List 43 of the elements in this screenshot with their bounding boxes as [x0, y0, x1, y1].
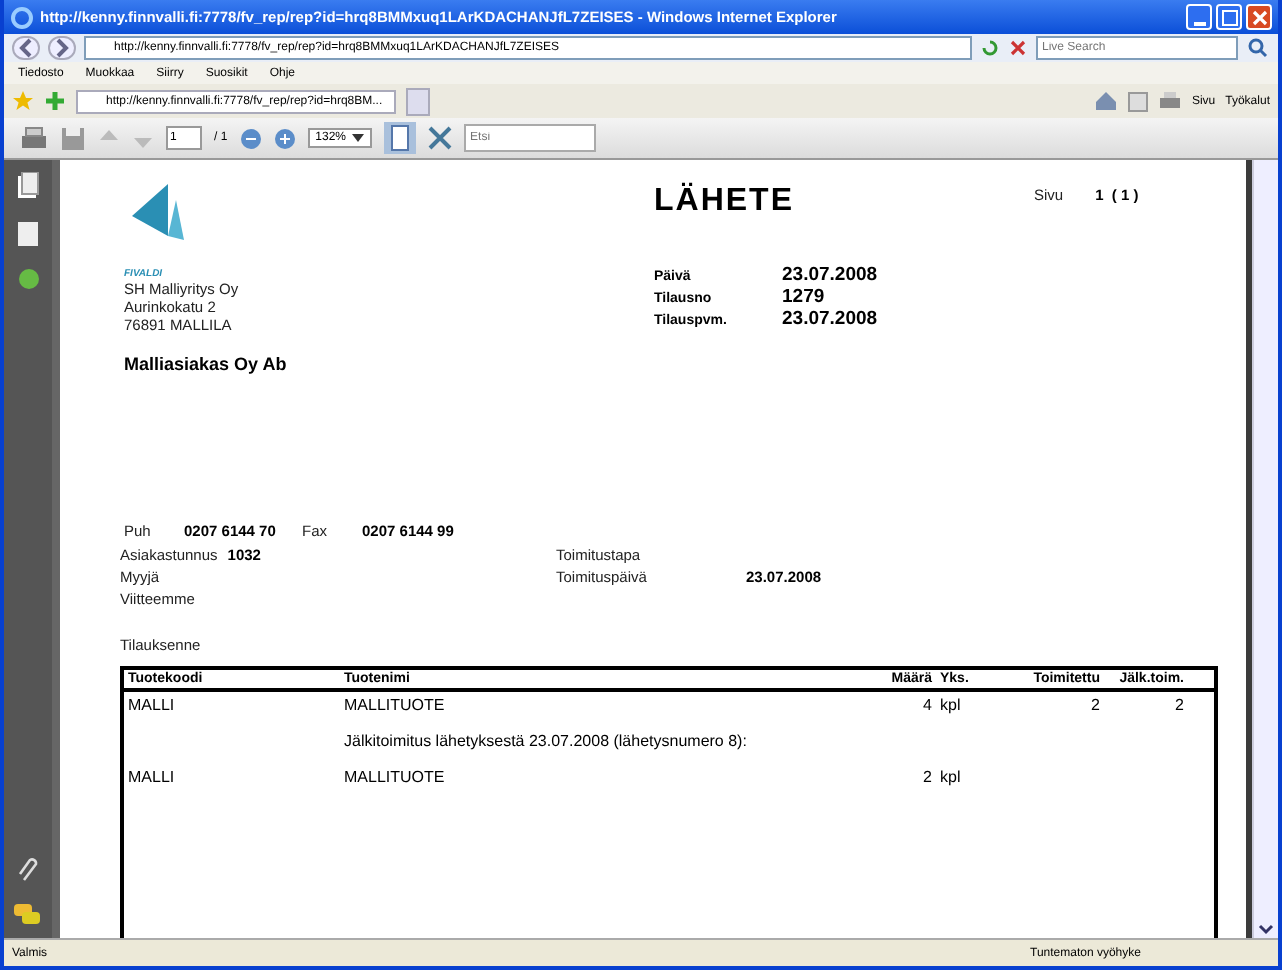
add-favorite-icon[interactable]: [44, 90, 66, 112]
table-cell-text: MALLITUOTE: [344, 768, 447, 786]
table-cell-text: 2: [1173, 696, 1184, 714]
paperclip-icon[interactable]: [16, 856, 40, 884]
field-value: 1279: [782, 286, 827, 308]
close-icon[interactable]: [1251, 9, 1267, 25]
customer-name: Malliasiakas Oy Ab: [124, 354, 289, 374]
close-button[interactable]: [1246, 4, 1272, 30]
stop-icon[interactable]: [1008, 38, 1028, 58]
home-icon[interactable]: [1093, 90, 1118, 112]
table-cell-text: MALLITUOTE: [344, 696, 447, 714]
table-cell-text: 2: [1089, 696, 1100, 714]
field-value: 23.07.2008: [782, 264, 880, 286]
minimize-button[interactable]: [1186, 4, 1212, 30]
back-button[interactable]: [12, 36, 40, 60]
table-note: Jälkitoimitus lähetyksestä 23.07.2008 (lähetysnumero 8):: [344, 732, 747, 750]
table-cell-text: MALLI: [128, 696, 177, 714]
table-cell-text: kpl: [940, 768, 963, 786]
scroll-down-icon[interactable]: [1256, 922, 1276, 938]
table-cell-text: 4: [921, 696, 934, 714]
scrollbar[interactable]: [1252, 160, 1278, 938]
fit-page-icon[interactable]: [384, 122, 417, 154]
comments-icon[interactable]: [14, 904, 42, 926]
browser-logo-icon: [10, 5, 34, 29]
forward-button[interactable]: [48, 36, 76, 60]
feed-icon[interactable]: [1127, 91, 1148, 111]
table-cell-text: MALLI: [128, 768, 177, 786]
printer-icon[interactable]: [1157, 90, 1182, 112]
pages-icon[interactable]: [16, 172, 40, 200]
zoom-out-icon[interactable]: [239, 127, 262, 149]
caret-icon[interactable]: [352, 132, 365, 144]
table-cell-text: 2: [921, 768, 934, 786]
refresh-icon[interactable]: [980, 38, 1000, 58]
maximize-icon[interactable]: [1221, 9, 1237, 25]
table-cell-text: kpl: [940, 696, 963, 714]
star-icon[interactable]: [12, 90, 34, 112]
printer-icon[interactable]: [20, 125, 48, 151]
search-icon[interactable]: [1246, 36, 1270, 60]
fit-width-icon[interactable]: [428, 126, 453, 150]
maximize-button[interactable]: [1216, 4, 1242, 30]
field-value: 23.07.2008: [782, 308, 880, 330]
document-title: LÄHETE: [654, 184, 796, 220]
zoom-in-icon[interactable]: [273, 127, 296, 149]
